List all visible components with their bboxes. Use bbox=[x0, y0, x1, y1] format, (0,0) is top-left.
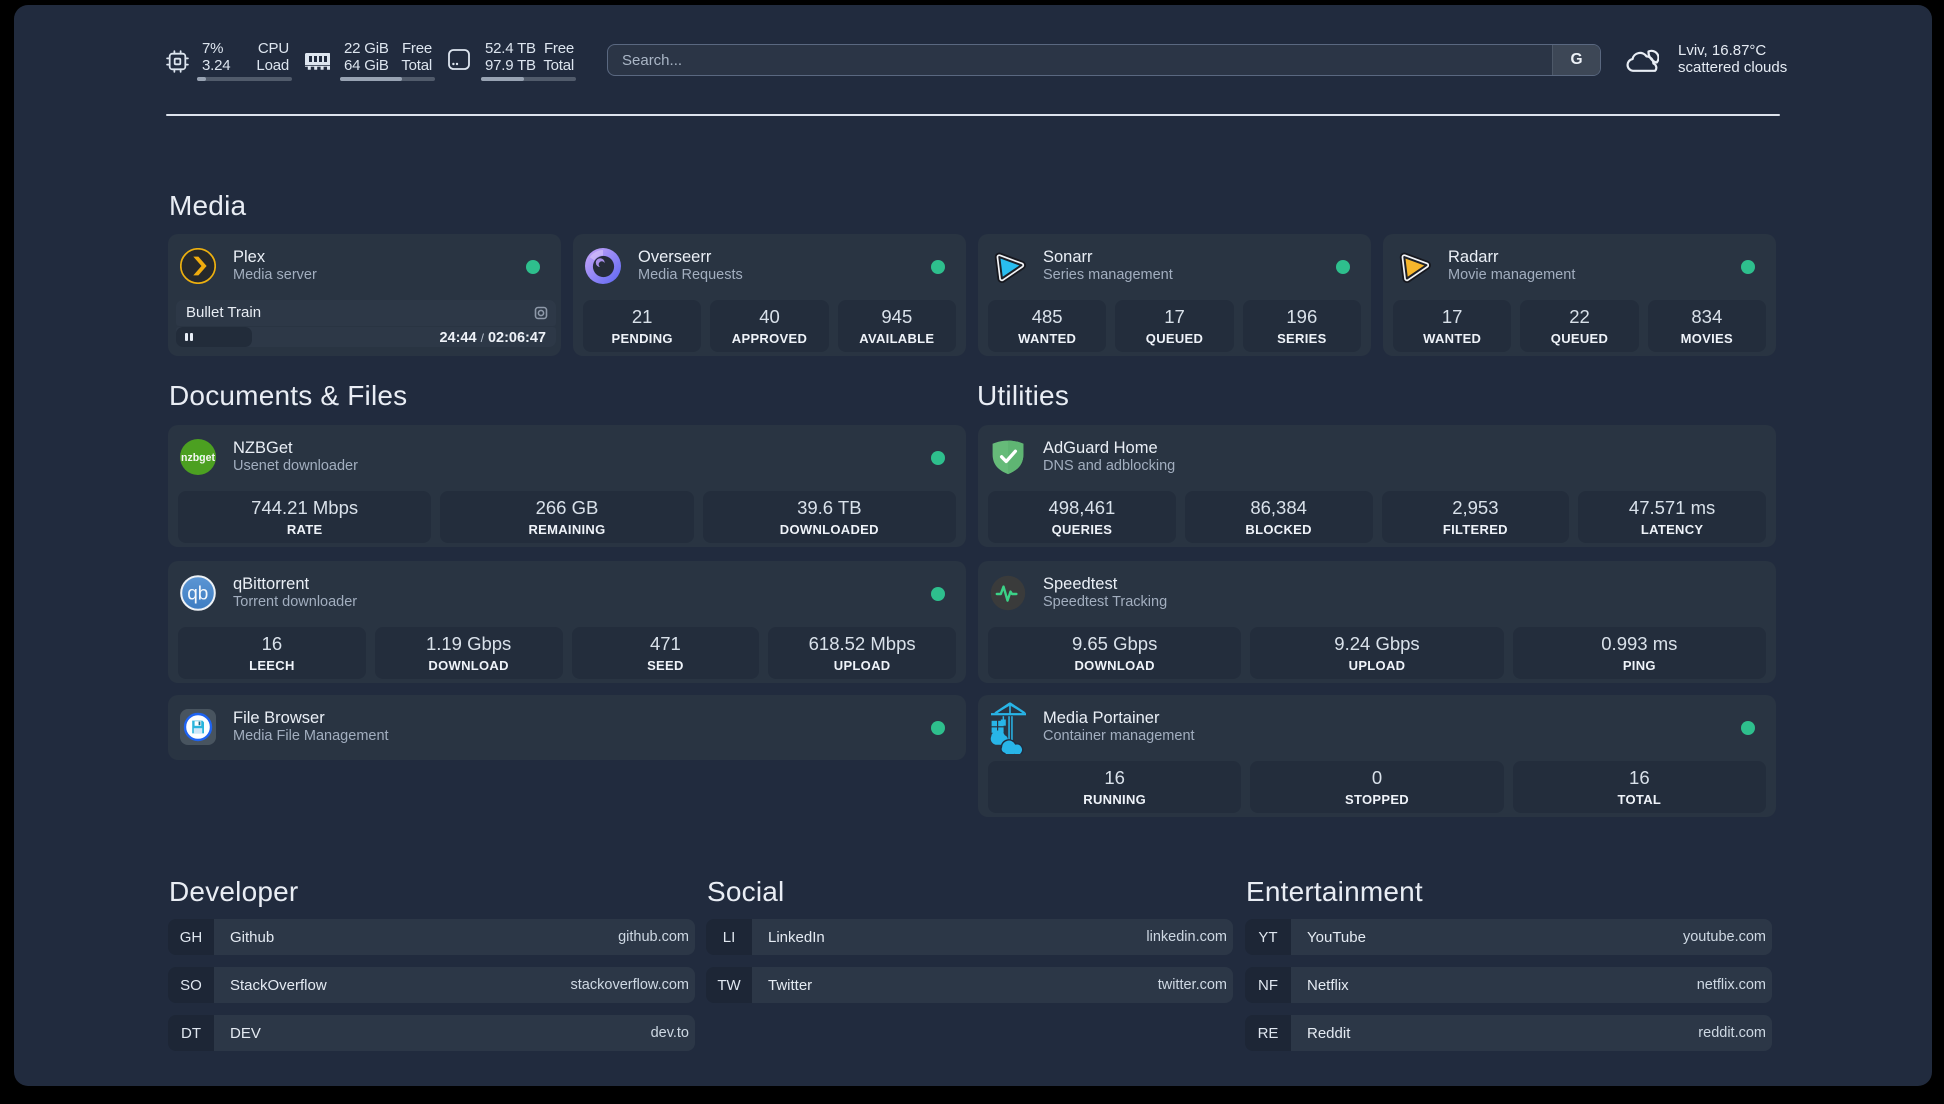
svg-text:nzbget: nzbget bbox=[181, 452, 215, 464]
svg-text:qb: qb bbox=[187, 584, 208, 605]
